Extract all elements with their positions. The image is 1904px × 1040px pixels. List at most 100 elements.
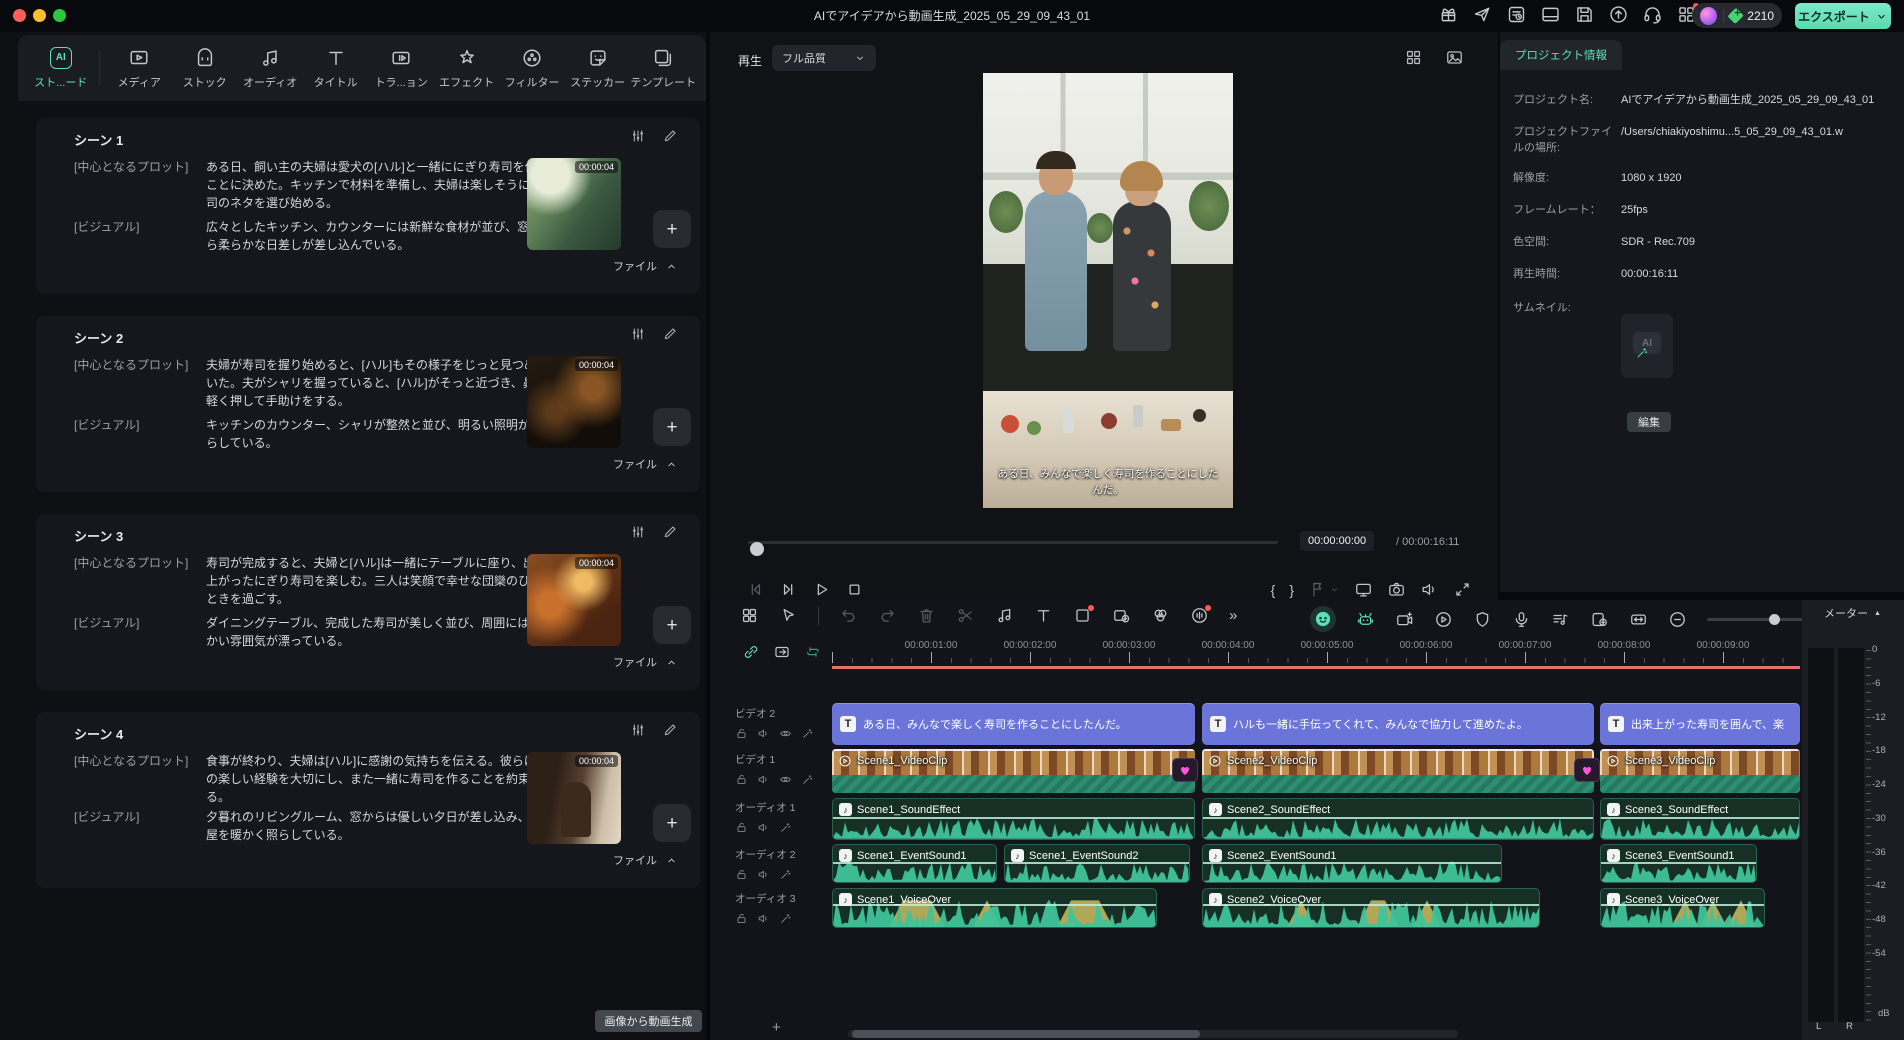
avatar[interactable] [1700, 7, 1717, 25]
speaker-icon[interactable] [757, 868, 770, 881]
snapshot-camera-icon[interactable] [1387, 580, 1406, 599]
audio-clip[interactable]: ♪Scene1_SoundEffect [832, 798, 1195, 840]
seek-knob[interactable] [750, 542, 764, 556]
tab-titles[interactable]: タイトル [303, 47, 368, 90]
audio-clip[interactable]: ♪Scene2_VoiceOver [1202, 888, 1540, 928]
edit-scene-icon[interactable] [662, 326, 678, 342]
lock-icon[interactable] [735, 868, 748, 881]
edit-scene-icon[interactable] [662, 722, 678, 738]
eye-icon[interactable] [779, 727, 792, 740]
meter-toggle[interactable]: メーター▲ [1824, 605, 1881, 621]
video-preview[interactable]: ある日、みんなで楽しく寿司を作ることにしたんだ。 [983, 73, 1233, 508]
account-credits[interactable]: 2210 [1692, 3, 1782, 28]
audio-mix-icon[interactable] [630, 326, 646, 342]
previous-frame-button[interactable] [746, 580, 765, 599]
select-cursor-icon[interactable] [779, 606, 798, 625]
file-toggle[interactable]: ファイル [613, 852, 678, 868]
tab-transition[interactable]: トラ...ョン [368, 47, 433, 90]
tab-filters[interactable]: フィルター [499, 47, 564, 90]
speaker-icon[interactable] [757, 773, 770, 786]
audio-clip[interactable]: ♪Scene1_EventSound2 [1004, 844, 1190, 883]
wand-icon[interactable] [779, 912, 792, 925]
multi-view-icon[interactable] [1404, 48, 1423, 67]
audio-clip[interactable]: ♪Scene1_EventSound1 [832, 844, 997, 883]
speaker-icon[interactable] [757, 912, 770, 925]
scene-card-4[interactable]: シーン 4 [中心となるプロット]食事が終わり、夫婦は[ハル]に感謝の気持ちを伝… [36, 712, 700, 888]
add-clip-button[interactable]: + [653, 804, 691, 842]
scene-card-2[interactable]: シーン 2 [中心となるプロット]夫婦が寿司を握り始めると、[ハル]もその様子を… [36, 316, 700, 492]
add-clip-button[interactable]: + [653, 210, 691, 248]
seek-bar[interactable] [748, 541, 1278, 544]
lock-icon[interactable] [735, 727, 748, 740]
tab-audio[interactable]: オーディオ [237, 47, 302, 90]
tab-media[interactable]: メディア [106, 47, 171, 90]
file-toggle[interactable]: ファイル [613, 258, 678, 274]
edit-scene-icon[interactable] [662, 128, 678, 144]
lock-icon[interactable] [735, 912, 748, 925]
wand-icon[interactable] [779, 821, 792, 834]
tab-stock[interactable]: ストック [172, 47, 237, 90]
transition-marker[interactable] [1574, 758, 1600, 782]
play-button[interactable] [812, 580, 831, 599]
scene-blocks-icon[interactable] [740, 606, 759, 625]
wand-icon[interactable] [779, 868, 792, 881]
audio-clip[interactable]: ♪Scene2_SoundEffect [1202, 798, 1594, 840]
audio-mix-icon[interactable] [630, 722, 646, 738]
magnet-snap-icon[interactable] [773, 643, 791, 661]
lock-icon[interactable] [735, 773, 748, 786]
gift-icon[interactable] [1438, 4, 1459, 25]
edit-project-button[interactable]: 編集 [1627, 412, 1671, 432]
video-clip[interactable]: Scene3_VideoClip [1600, 749, 1800, 793]
file-toggle[interactable]: ファイル [613, 456, 678, 472]
speaker-icon[interactable] [757, 727, 770, 740]
scrollbar-thumb[interactable] [852, 1030, 1200, 1038]
edit-scene-icon[interactable] [662, 524, 678, 540]
mark-out-button[interactable]: } [1289, 582, 1294, 598]
quality-select[interactable]: フル品質 [772, 45, 876, 71]
save-icon[interactable] [1574, 4, 1595, 25]
scene-card-3[interactable]: シーン 3 [中心となるプロット]寿司が完成すると、夫婦と[ハル]は一緒にテーブ… [36, 514, 700, 690]
compare-image-icon[interactable] [1445, 48, 1464, 67]
add-track-button[interactable]: + [772, 1019, 781, 1036]
audio-clip[interactable]: ♪Scene3_VoiceOver [1600, 888, 1765, 928]
audio-clip[interactable]: ♪Scene3_SoundEffect [1600, 798, 1800, 840]
audio-mix-icon[interactable] [630, 128, 646, 144]
tab-stickers[interactable]: ステッカー [565, 47, 630, 90]
tab-project-info[interactable]: プロジェクト情報 [1500, 40, 1622, 70]
send-icon[interactable] [1472, 4, 1493, 25]
timeline-tracks[interactable]: Tある日、みんなで楽しく寿司を作ることにしたんだ。 Tハルも一緒に手伝ってくれて… [832, 600, 1800, 1040]
audio-clip[interactable]: ♪Scene3_EventSound1 [1600, 844, 1757, 883]
mark-in-button[interactable]: { [1271, 582, 1276, 598]
generate-video-from-image-button[interactable]: 画像から動画生成 [595, 1010, 702, 1032]
speaker-icon[interactable] [1420, 580, 1439, 599]
scene-thumbnail[interactable]: 00:00:04 [527, 554, 621, 646]
audio-mix-icon[interactable] [630, 524, 646, 540]
ripple-edit-icon[interactable] [804, 643, 822, 661]
export-button[interactable]: エクスポート [1795, 3, 1891, 29]
add-clip-button[interactable]: + [653, 606, 691, 644]
tab-effects[interactable]: エフェクト [434, 47, 499, 90]
speaker-icon[interactable] [757, 821, 770, 834]
lock-icon[interactable] [735, 821, 748, 834]
display-output-icon[interactable] [1354, 580, 1373, 599]
video-clip[interactable]: Scene2_VideoClip [1202, 749, 1594, 793]
wand-icon[interactable] [801, 727, 814, 740]
tab-templates[interactable]: テンプレート [630, 47, 696, 90]
stop-button[interactable] [845, 580, 864, 599]
next-frame-button[interactable] [779, 580, 798, 599]
eye-icon[interactable] [779, 773, 792, 786]
tab-storyboard[interactable]: AIスト...ード [28, 47, 93, 90]
transition-marker[interactable] [1172, 758, 1198, 782]
project-thumbnail[interactable]: AI [1621, 314, 1673, 378]
wand-icon[interactable] [801, 773, 814, 786]
video-clip[interactable]: Scene1_VideoClip [832, 749, 1195, 793]
headset-icon[interactable] [1642, 4, 1663, 25]
scene-card-1[interactable]: シーン 1 [中心となるプロット]ある日、飼い主の夫婦は愛犬の[ハル]と一緒にに… [36, 118, 700, 294]
scene-thum­bnail[interactable]: 00:00:04 [527, 356, 621, 448]
link-clips-icon[interactable] [742, 643, 760, 661]
upload-icon[interactable] [1608, 4, 1629, 25]
text-clip[interactable]: T出来上がった寿司を囲んで、楽 [1600, 703, 1800, 745]
scene-thumbnail[interactable]: 00:00:04 [527, 158, 621, 250]
horizontal-scrollbar[interactable] [848, 1030, 1458, 1038]
file-toggle[interactable]: ファイル [613, 654, 678, 670]
